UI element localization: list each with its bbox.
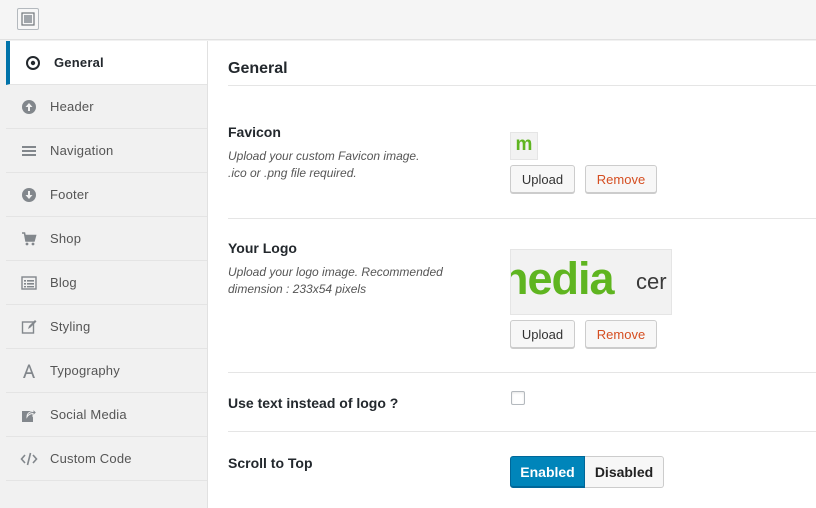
logo-preview: nedia cer: [510, 249, 672, 315]
favicon-row: Favicon Upload your custom Favicon image…: [228, 86, 816, 219]
logo-title: Your Logo: [228, 240, 297, 256]
logo-preview-text: nedia: [510, 253, 615, 304]
favicon-remove-button[interactable]: Remove: [585, 165, 657, 193]
sidebar-item-header[interactable]: Header: [6, 85, 207, 129]
sidebar-item-label: Custom Code: [50, 451, 132, 466]
text-logo-row: Use text instead of logo ?: [228, 373, 816, 432]
arrow-up-circle-icon: [20, 98, 38, 116]
text-logo-checkbox[interactable]: [511, 391, 525, 405]
enabled-button[interactable]: Enabled: [510, 456, 585, 488]
logo-description: Upload your logo image. Recommended dime…: [228, 265, 443, 296]
edit-icon: [20, 318, 38, 336]
settings-panel: General Favicon Upload your custom Favic…: [208, 41, 816, 508]
target-icon: [24, 54, 42, 72]
sidebar-item-styling[interactable]: Styling: [6, 305, 207, 349]
sidebar-item-blog[interactable]: Blog: [6, 261, 207, 305]
sidebar-item-label: Footer: [50, 187, 89, 202]
sidebar-item-navigation[interactable]: Navigation: [6, 129, 207, 173]
sidebar-item-typography[interactable]: Typography: [6, 349, 207, 393]
scroll-top-title: Scroll to Top: [228, 455, 313, 471]
cart-icon: [20, 230, 38, 248]
sidebar-item-label: Social Media: [50, 407, 127, 422]
top-bar: [0, 0, 816, 40]
disabled-button[interactable]: Disabled: [585, 456, 664, 488]
sidebar-item-custom-code[interactable]: Custom Code: [6, 437, 207, 481]
sidebar-item-footer[interactable]: Footer: [6, 173, 207, 217]
code-icon: [20, 450, 38, 468]
arrow-down-circle-icon: [20, 186, 38, 204]
sidebar-item-social-media[interactable]: Social Media: [6, 393, 207, 437]
sidebar-item-label: Typography: [50, 363, 120, 378]
panel-header: General: [228, 41, 816, 86]
sidebar-item-label: General: [54, 55, 104, 70]
sidebar-item-label: Navigation: [50, 143, 114, 158]
logo-row: Your Logo Upload your logo image. Recomm…: [228, 219, 816, 373]
favicon-description: Upload your custom Favicon image. .ico o…: [228, 149, 420, 180]
sidebar-item-label: Header: [50, 99, 94, 114]
logo-preview-suffix: cer: [636, 269, 667, 294]
sidebar-item-general[interactable]: General: [6, 41, 207, 85]
favicon-preview: m: [510, 132, 538, 160]
letter-a-icon: [20, 362, 38, 380]
list-view-icon: [20, 274, 38, 292]
favicon-upload-button[interactable]: Upload: [510, 165, 575, 193]
logo-upload-button[interactable]: Upload: [510, 320, 575, 348]
share-icon: [20, 406, 38, 424]
favicon-title: Favicon: [228, 124, 281, 140]
logo-remove-button[interactable]: Remove: [585, 320, 657, 348]
text-logo-title: Use text instead of logo ?: [228, 395, 399, 411]
favicon-preview-letter: m: [515, 134, 533, 155]
page-title: General: [228, 60, 288, 77]
sidebar-item-label: Blog: [50, 275, 77, 290]
sidebar-item-shop[interactable]: Shop: [6, 217, 207, 261]
layout-icon[interactable]: [17, 8, 39, 30]
settings-sidebar: General Header Navigation Footer Shop Bl…: [6, 41, 208, 508]
scroll-top-row: Scroll to Top Enabled Disabled: [228, 432, 816, 508]
sidebar-item-label: Shop: [50, 231, 82, 246]
sidebar-item-label: Styling: [50, 319, 91, 334]
menu-icon: [20, 142, 38, 160]
scroll-top-toggle: Enabled Disabled: [510, 456, 664, 488]
